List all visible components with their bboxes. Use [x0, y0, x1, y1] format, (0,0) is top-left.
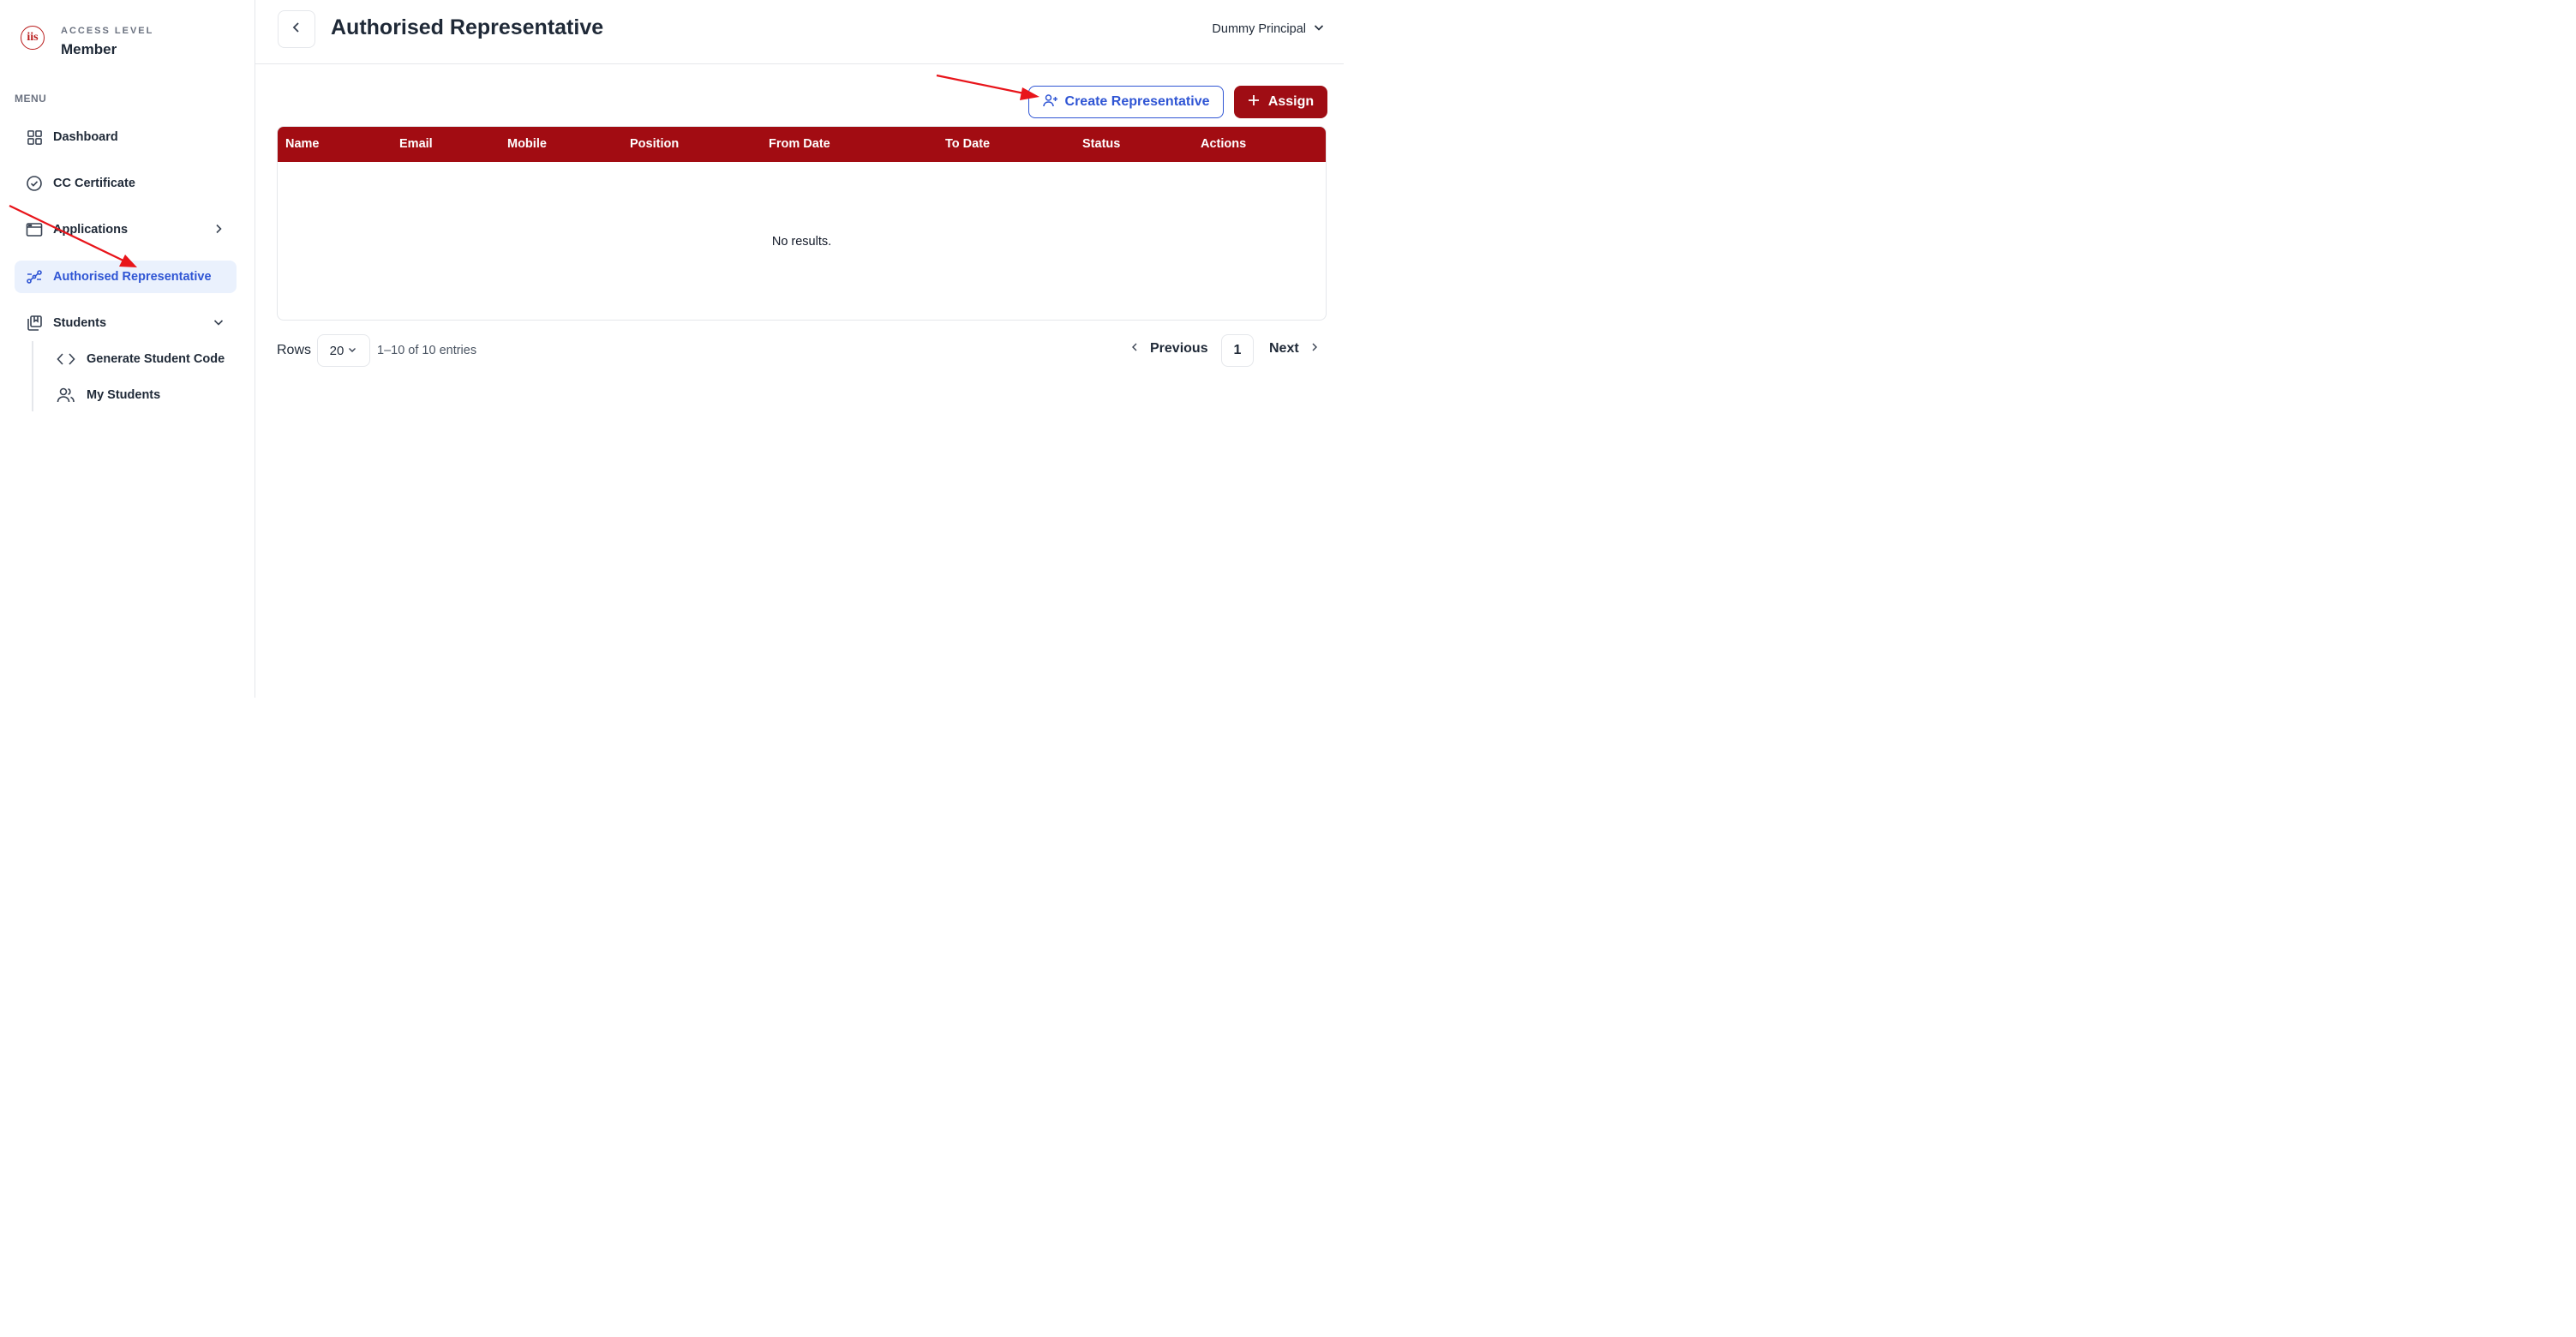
column-header-mobile[interactable]: Mobile: [507, 137, 547, 151]
chevron-left-icon: [290, 21, 303, 39]
create-representative-label: Create Representative: [1064, 94, 1210, 109]
table-header: Name Email Mobile Position From Date To …: [278, 127, 1326, 162]
column-header-position[interactable]: Position: [630, 137, 679, 151]
sidebar-item-applications[interactable]: Applications: [15, 213, 237, 246]
sidebar-item-students[interactable]: Students: [15, 307, 237, 339]
sidebar-item-dashboard[interactable]: Dashboard: [15, 121, 237, 153]
rows-per-page-value: 20: [329, 343, 344, 358]
sidebar-subitem-generate-student-code[interactable]: Generate Student Code: [48, 345, 225, 374]
sidebar-item-label: Applications: [53, 223, 129, 237]
chevron-down-icon: [344, 344, 357, 358]
chevron-down-icon: [1306, 21, 1325, 37]
access-level-value: Member: [61, 41, 117, 57]
rows-label: Rows: [277, 343, 312, 357]
submenu-line: [32, 341, 33, 411]
column-header-actions: Actions: [1201, 137, 1247, 151]
column-header-from-date[interactable]: From Date: [769, 137, 830, 151]
next-label: Next: [1269, 341, 1299, 356]
assign-button[interactable]: Assign: [1234, 86, 1327, 118]
chevron-right-icon: [1299, 341, 1320, 357]
sidebar-item-cc-certificate[interactable]: CC Certificate: [15, 167, 237, 200]
sidebar-item-label: Students: [53, 316, 107, 330]
chevron-right-icon[interactable]: [213, 223, 225, 235]
sidebar-item-label: Authorised Representative: [53, 270, 212, 284]
column-header-name[interactable]: Name: [285, 137, 320, 151]
page-header: Authorised Representative Dummy Principa…: [255, 0, 1344, 64]
entries-count: 1–10 of 10 entries: [377, 344, 477, 357]
library-icon: [26, 315, 43, 332]
empty-state-text: No results.: [771, 235, 832, 249]
user-menu[interactable]: Dummy Principal: [1212, 21, 1325, 37]
previous-label: Previous: [1150, 341, 1208, 356]
code-icon: [57, 351, 75, 368]
rows-per-page-select[interactable]: 20: [317, 334, 370, 367]
access-level: ACCESS LEVEL Member: [61, 26, 153, 58]
page-title: Authorised Representative: [331, 15, 604, 39]
user-name: Dummy Principal: [1212, 22, 1306, 36]
menu-label: MENU: [15, 93, 47, 105]
representatives-table: Name Email Mobile Position From Date To …: [277, 126, 1327, 321]
user-plus-icon: [1042, 93, 1065, 111]
column-header-status[interactable]: Status: [1082, 137, 1120, 151]
chevron-left-icon: [1129, 341, 1150, 357]
annotation-arrow-create: [936, 74, 1039, 100]
sidebar-item-label: CC Certificate: [53, 177, 135, 190]
grid-icon: [26, 129, 43, 146]
next-page-button[interactable]: Next: [1269, 341, 1320, 357]
sidebar-item-authorised-representative[interactable]: Authorised Representative: [15, 261, 237, 293]
assign-label: Assign: [1267, 94, 1315, 109]
sidebar-subitem-label: My Students: [87, 388, 161, 402]
access-level-label: ACCESS LEVEL: [61, 26, 154, 36]
sidebar-item-label: Dashboard: [53, 130, 118, 144]
back-button[interactable]: [278, 10, 315, 48]
sidebar-subitem-label: Generate Student Code: [87, 352, 225, 366]
route-icon: [26, 268, 43, 285]
users-icon: [57, 387, 75, 404]
column-header-to-date[interactable]: To Date: [945, 137, 990, 151]
badge-check-icon: [26, 175, 43, 192]
sidebar: iis ACCESS LEVEL Member MENU Dashboard C…: [0, 0, 255, 698]
chevron-down-icon[interactable]: [213, 316, 225, 328]
sidebar-subitem-my-students[interactable]: My Students: [48, 381, 160, 410]
previous-page-button[interactable]: Previous: [1129, 341, 1208, 357]
create-representative-button[interactable]: Create Representative: [1028, 86, 1224, 118]
brand: iis: [21, 26, 45, 50]
logo[interactable]: iis: [21, 26, 45, 50]
window-icon: [26, 221, 43, 238]
plus-icon: [1248, 94, 1268, 111]
page-number-button[interactable]: 1: [1221, 334, 1254, 367]
column-header-email[interactable]: Email: [399, 137, 433, 151]
